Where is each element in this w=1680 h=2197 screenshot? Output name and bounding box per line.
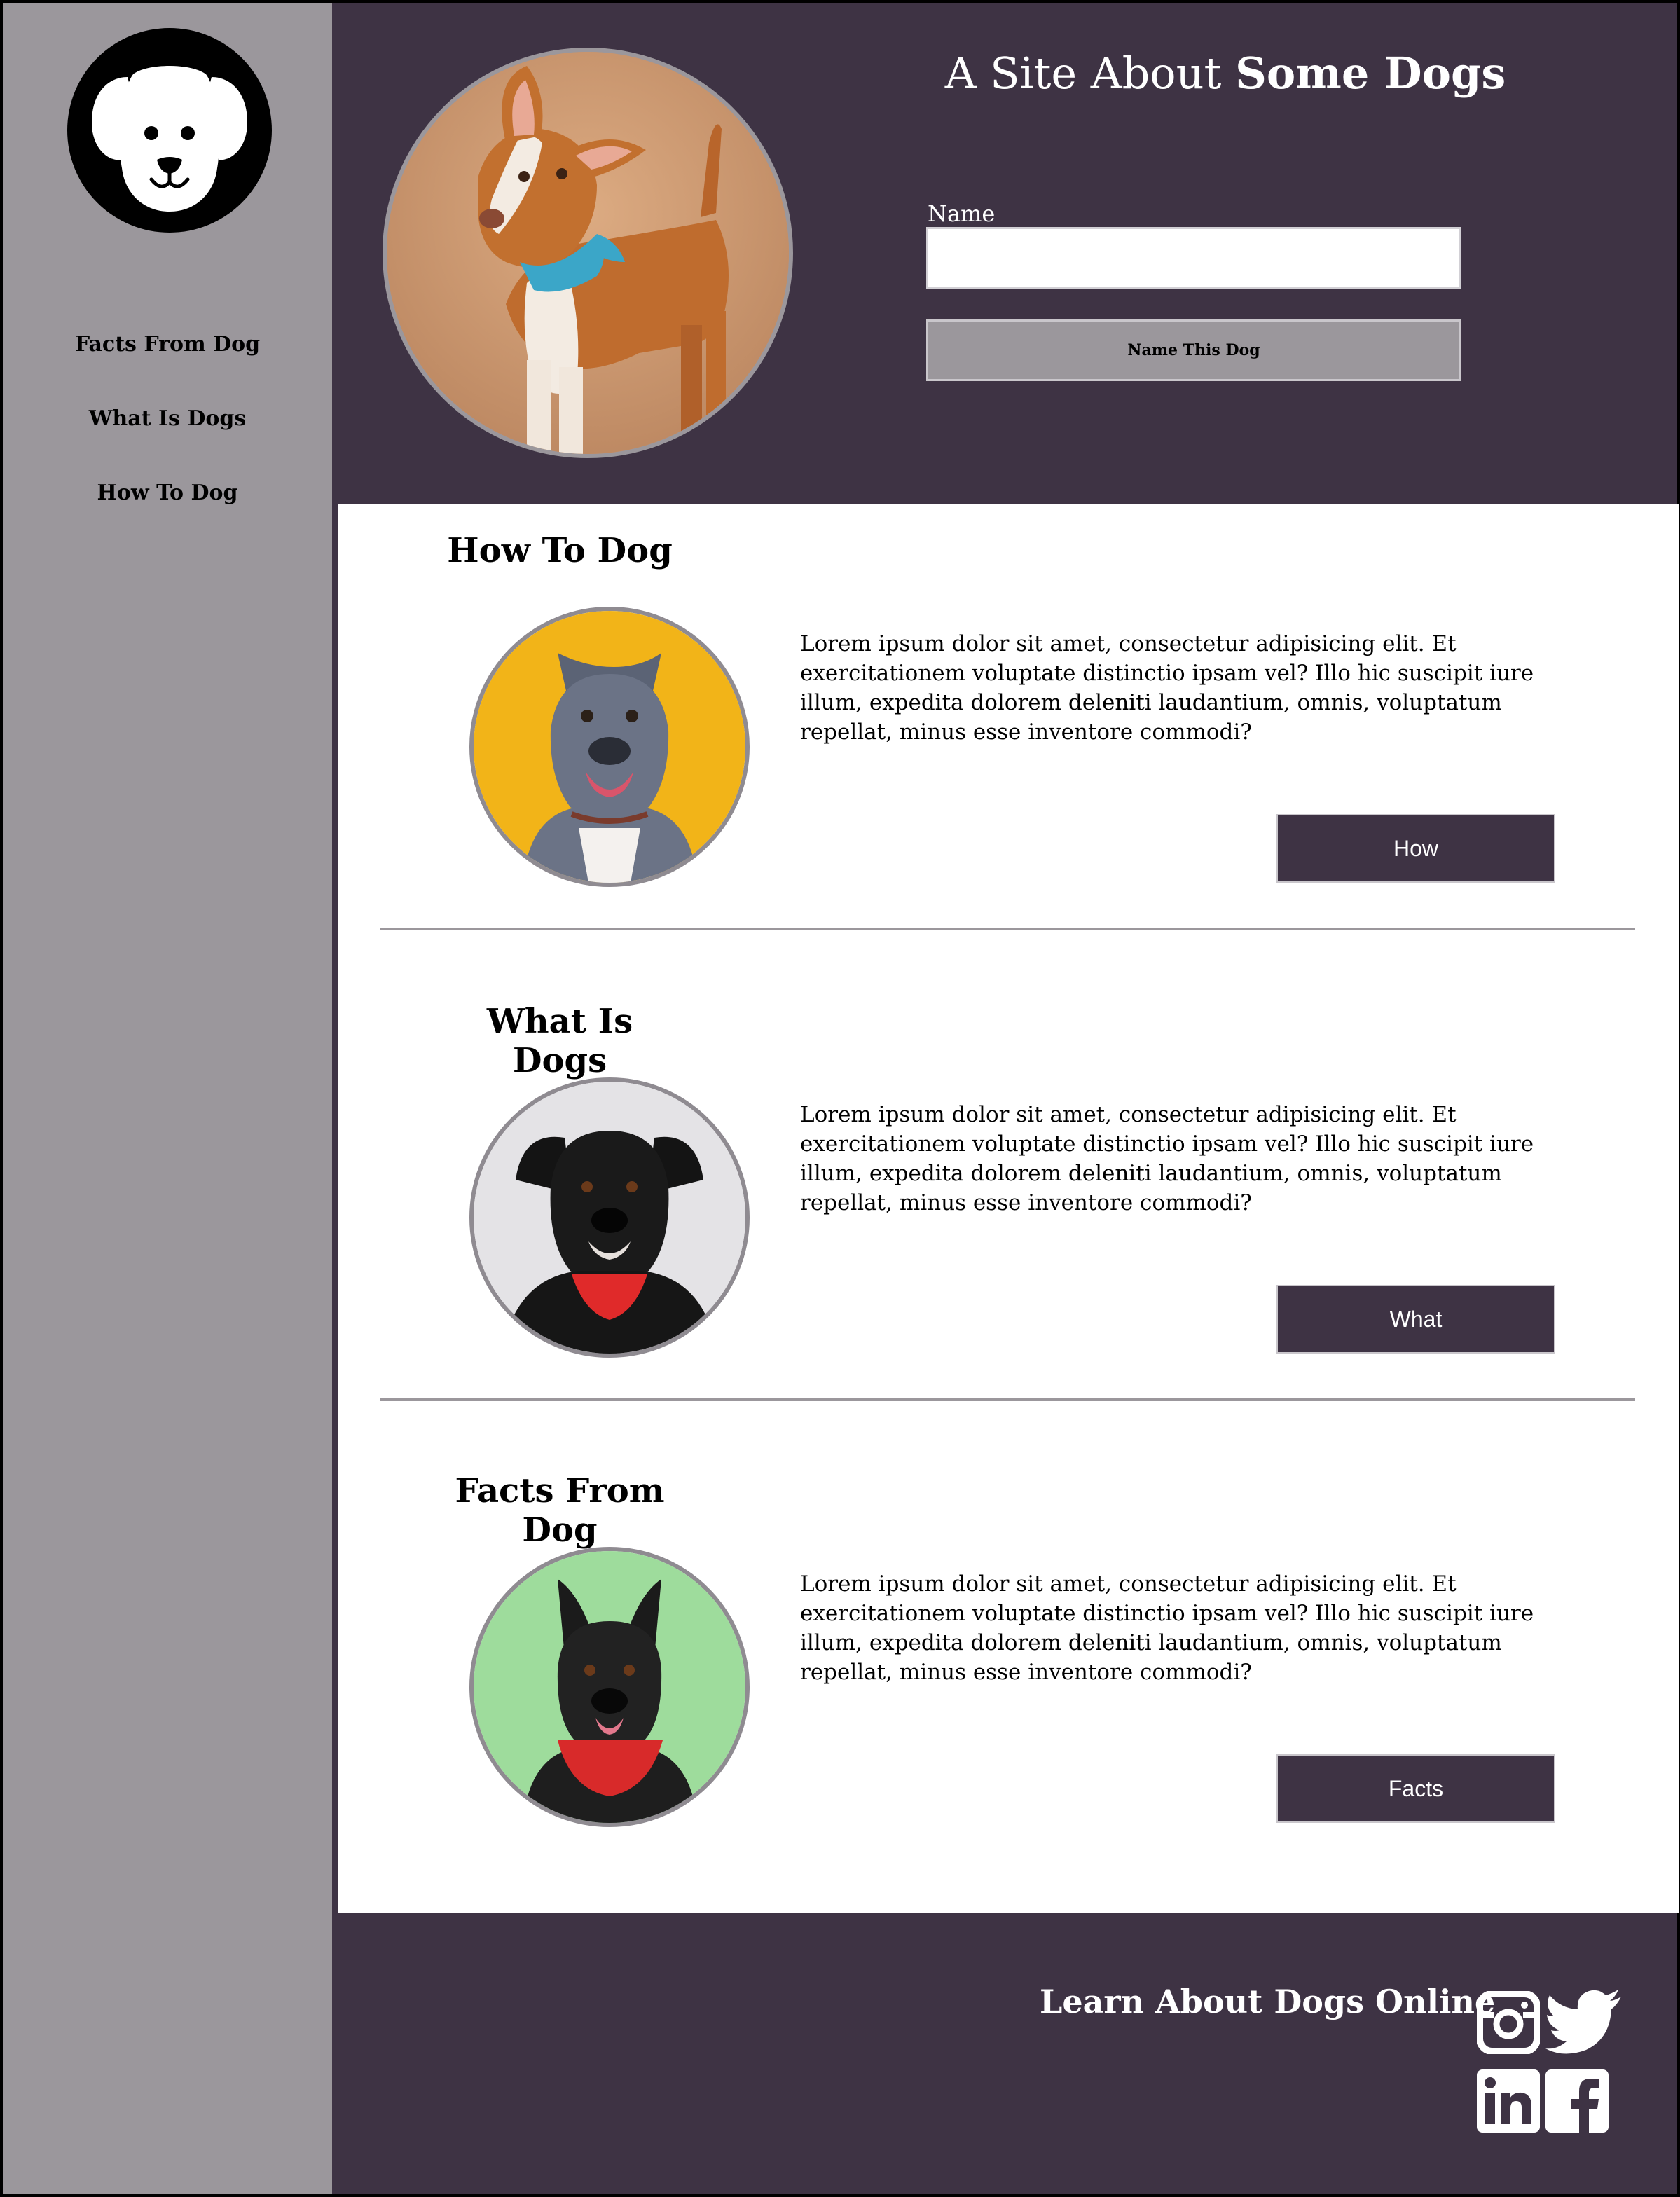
section-dog-photo [469, 607, 750, 887]
how-button[interactable]: How [1276, 814, 1555, 883]
dog-face-icon [92, 66, 247, 212]
section-divider [380, 928, 1635, 930]
section-divider [380, 1398, 1635, 1401]
name-label: Name [928, 200, 996, 227]
what-button[interactable]: What [1276, 1285, 1555, 1354]
header: A Site About Some Dogs Name Name This Do… [332, 3, 1677, 504]
name-input[interactable] [926, 227, 1461, 289]
site-logo[interactable] [67, 28, 272, 233]
section-text: Lorem ipsum dolor sit amet, consectetur … [800, 631, 1534, 745]
sidebar-item-facts-from-dog[interactable]: Facts From Dog [3, 332, 332, 357]
section-facts-from-dog: Facts From Dog Lorem ipsum dolor sit ame… [338, 1446, 1679, 1917]
section-dog-photo [469, 1547, 750, 1827]
site-title-prefix: A Site About [944, 48, 1236, 99]
twitter-icon[interactable] [1545, 1990, 1623, 2057]
sidebar: Facts From Dog What Is Dogs How To Dog [3, 3, 332, 2194]
section-what-is-dogs: What Is Dogs Lorem ipsum dolor sit amet,… [338, 975, 1679, 1446]
instagram-icon[interactable] [1476, 1990, 1541, 2057]
site-title: A Site About Some Dogs [928, 48, 1523, 99]
facts-button[interactable]: Facts [1276, 1754, 1555, 1823]
section-text: Lorem ipsum dolor sit amet, consectetur … [800, 1102, 1534, 1215]
name-this-dog-button[interactable]: Name This Dog [926, 319, 1461, 381]
section-title: Facts From Dog [455, 1471, 665, 1550]
main-content: How To Dog Lorem ipsum dolor sit amet, c… [338, 504, 1679, 1913]
section-text: Lorem ipsum dolor sit amet, consectetur … [800, 1571, 1534, 1685]
section-dog-photo [469, 1077, 750, 1358]
site-title-bold: Some Dogs [1235, 48, 1506, 99]
section-title: How To Dog [447, 531, 673, 570]
sidebar-item-what-is-dogs[interactable]: What Is Dogs [3, 406, 332, 431]
hero-dog-photo [383, 48, 793, 458]
sidebar-item-how-to-dog[interactable]: How To Dog [3, 481, 332, 505]
section-title: What Is Dogs [486, 1002, 633, 1080]
footer-title: Learn About Dogs Online [1040, 1983, 1496, 2020]
facebook-icon[interactable] [1545, 2069, 1609, 2135]
linkedin-icon[interactable] [1477, 2069, 1540, 2135]
section-how-to-dog: How To Dog Lorem ipsum dolor sit amet, c… [338, 504, 1679, 975]
